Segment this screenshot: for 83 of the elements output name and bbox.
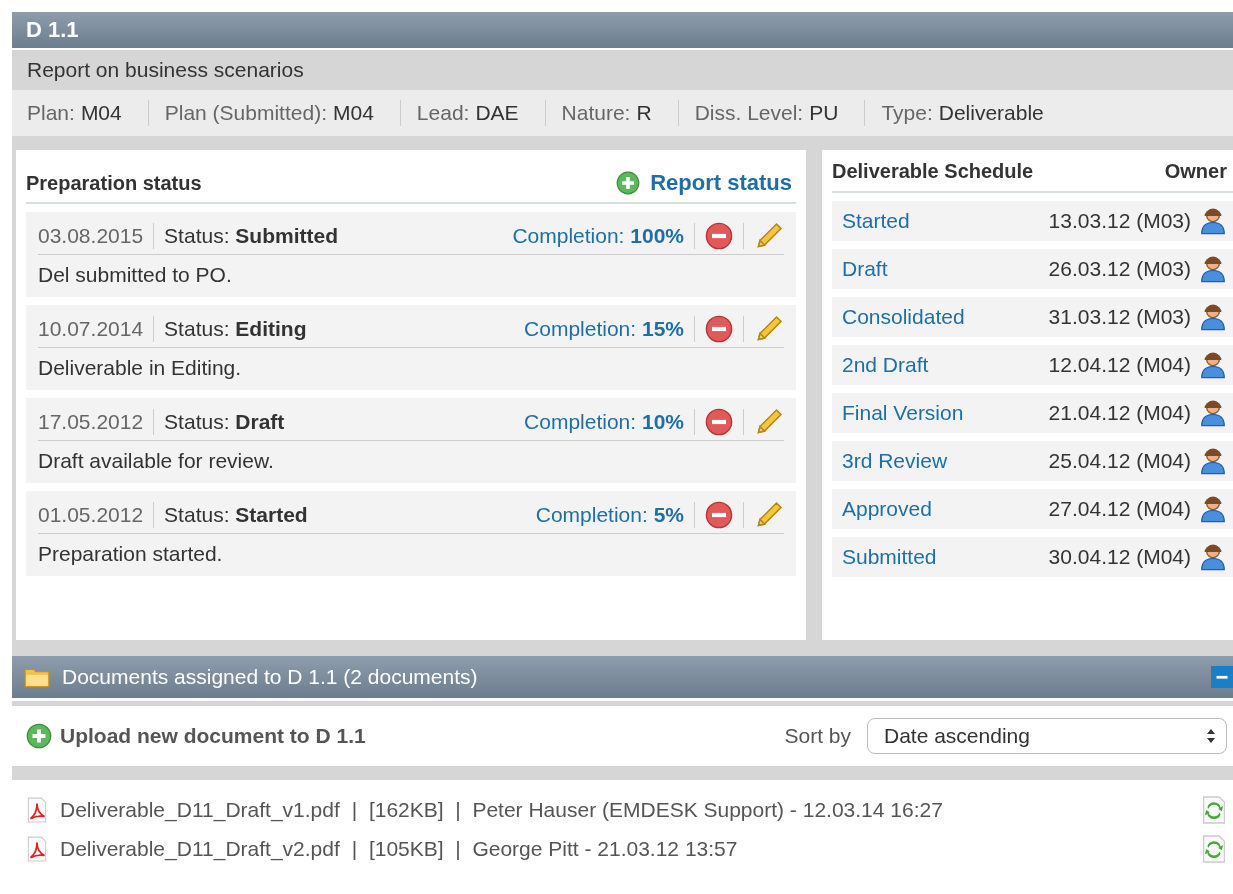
delete-icon[interactable]: [705, 408, 733, 436]
deliverable-title: D 1.1: [26, 17, 79, 43]
meta-value: M04: [333, 101, 374, 125]
file-details: | [162KB] | Peter Hauser (EMDESK Support) - 12.03.14 16:27: [351, 797, 943, 822]
panel-title: Deliverable Schedule: [832, 160, 1034, 183]
entry-status: Status: Submitted: [164, 224, 338, 248]
milestone-date: 12.04.12 (M04): [1048, 353, 1191, 377]
entry-note: Del submitted to PO.: [38, 262, 233, 287]
milestone-link[interactable]: Approved: [842, 497, 1049, 521]
pencil-icon[interactable]: [754, 407, 784, 437]
milestone-link[interactable]: Started: [842, 209, 1049, 233]
entry-date: 01.05.2012: [38, 503, 144, 527]
report-status-link[interactable]: Report status: [616, 170, 792, 196]
entry-date: 17.05.2012: [38, 410, 144, 434]
delete-icon[interactable]: [705, 501, 733, 529]
entry-date: 10.07.2014: [38, 317, 144, 341]
updown-icon: [1206, 728, 1216, 744]
documents-title: Documents assigned to D 1.1 (2 documents): [62, 665, 478, 689]
pencil-icon[interactable]: [754, 221, 784, 251]
entry-status: Status: Editing: [164, 317, 307, 341]
milestone-link[interactable]: 2nd Draft: [842, 353, 1049, 377]
user-icon[interactable]: [1199, 543, 1227, 571]
meta-value: Deliverable: [938, 101, 1044, 125]
milestone-link[interactable]: Consolidated: [842, 305, 1049, 329]
milestone-link[interactable]: Draft: [842, 257, 1049, 281]
meta-label: Plan:: [27, 101, 75, 125]
milestone-date: 25.04.12 (M04): [1048, 449, 1191, 473]
entry-status: Status: Draft: [164, 410, 285, 434]
milestone-date: 21.04.12 (M04): [1048, 401, 1191, 425]
entry-completion: Completion: 5%: [535, 503, 684, 527]
milestone-date: 27.04.12 (M04): [1048, 497, 1191, 521]
meta-value: PU: [809, 101, 839, 125]
meta-label: Type:: [881, 101, 933, 125]
pencil-icon[interactable]: [754, 500, 784, 530]
user-icon[interactable]: [1199, 495, 1227, 523]
pdf-icon: [26, 835, 48, 862]
user-icon[interactable]: [1199, 255, 1227, 283]
meta-label: Lead:: [416, 101, 470, 125]
add-icon: [616, 171, 641, 195]
add-icon: [26, 723, 52, 749]
meta-value: R: [636, 101, 652, 125]
milestone-link[interactable]: Final Version: [842, 401, 1049, 425]
entry-note: Preparation started.: [38, 541, 224, 566]
milestone-date: 13.03.12 (M03): [1048, 209, 1191, 233]
pdf-icon: [26, 796, 48, 823]
sort-select[interactable]: Date ascending: [867, 718, 1227, 754]
file-link[interactable]: Deliverable_D11_Draft_v2.pdf: [60, 836, 340, 861]
sort-label: Sort by: [784, 724, 851, 748]
entry-note: Deliverable in Editing.: [38, 355, 243, 380]
user-icon[interactable]: [1199, 399, 1227, 427]
user-icon[interactable]: [1199, 351, 1227, 379]
meta-label: Diss. Level:: [694, 101, 804, 125]
milestone-date: 30.04.12 (M04): [1048, 545, 1191, 569]
meta-label: Nature:: [561, 101, 631, 125]
meta-value: DAE: [475, 101, 519, 125]
delete-icon[interactable]: [705, 222, 733, 250]
pencil-icon[interactable]: [754, 314, 784, 344]
entry-note: Draft available for review.: [38, 448, 275, 473]
milestone-link[interactable]: 3rd Review: [842, 449, 1049, 473]
replace-icon[interactable]: [1201, 794, 1227, 825]
meta-label: Plan (Submitted):: [164, 101, 327, 125]
user-icon[interactable]: [1199, 447, 1227, 475]
milestone-link[interactable]: Submitted: [842, 545, 1049, 569]
file-details: | [105KB] | George Pitt - 21.03.12 13:57: [351, 836, 738, 861]
entry-status: Status: Started: [164, 503, 308, 527]
milestone-date: 31.03.12 (M03): [1048, 305, 1191, 329]
meta-value: M04: [80, 101, 122, 125]
entry-completion: Completion: 100%: [512, 224, 684, 248]
replace-icon[interactable]: [1201, 833, 1227, 864]
deliverable-subtitle: Report on business scenarios: [26, 57, 305, 83]
entry-completion: Completion: 10%: [524, 410, 684, 434]
entry-completion: Completion: 15%: [524, 317, 684, 341]
panel-title: Preparation status: [26, 171, 202, 195]
delete-icon[interactable]: [705, 315, 733, 343]
folder-icon: [24, 666, 50, 688]
user-icon[interactable]: [1199, 303, 1227, 331]
entry-date: 03.08.2015: [38, 224, 144, 248]
user-icon[interactable]: [1199, 207, 1227, 235]
milestone-date: 26.03.12 (M03): [1048, 257, 1191, 281]
owner-header: Owner: [1164, 160, 1227, 183]
file-link[interactable]: Deliverable_D11_Draft_v1.pdf: [60, 797, 340, 822]
collapse-icon[interactable]: [1211, 666, 1233, 688]
upload-link[interactable]: Upload new document to D 1.1: [26, 723, 366, 749]
